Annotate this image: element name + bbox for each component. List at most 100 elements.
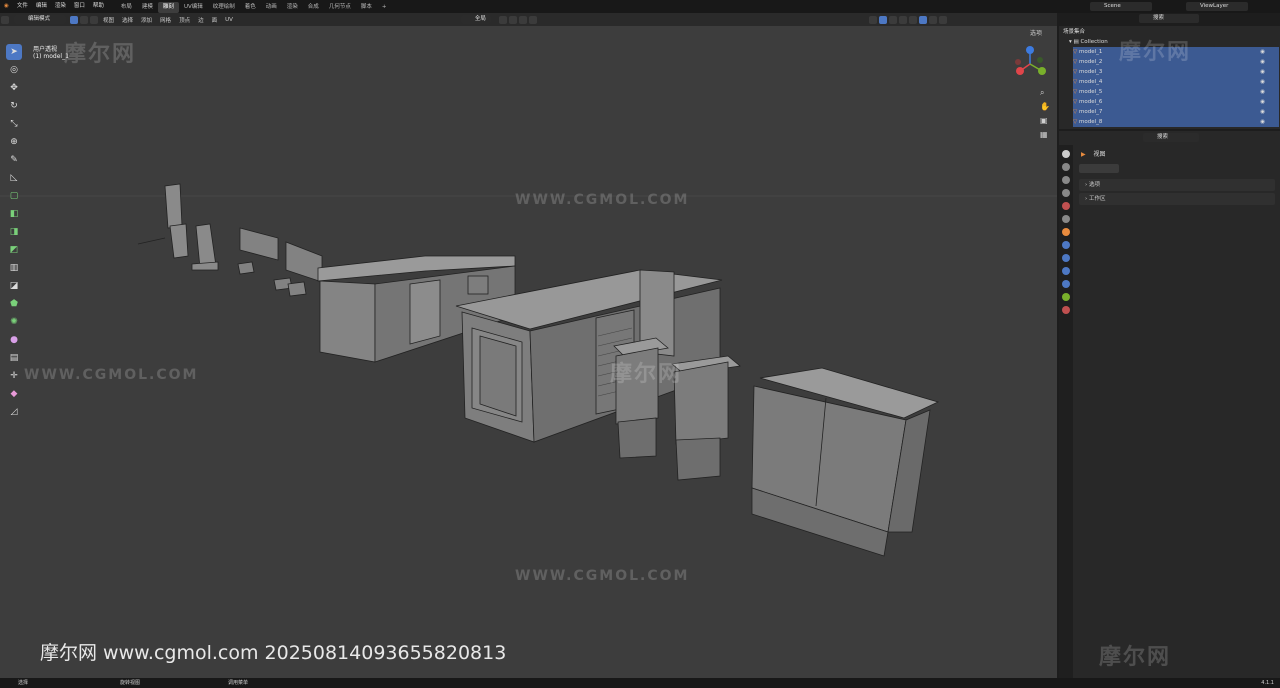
loop-cut-tool-icon[interactable]: ▥ bbox=[6, 260, 22, 276]
blender-logo-icon[interactable]: ◉ bbox=[0, 0, 13, 13]
physics-tab-icon[interactable] bbox=[1062, 267, 1070, 275]
inset-tool-icon[interactable]: ◨ bbox=[6, 224, 22, 240]
visibility-eye-icon[interactable]: ◉ bbox=[1260, 87, 1265, 97]
knife-tool-icon[interactable]: ◪ bbox=[6, 278, 22, 294]
bevel-tool-icon[interactable]: ◩ bbox=[6, 242, 22, 258]
visibility-eye-icon[interactable]: ◉ bbox=[1260, 57, 1265, 67]
outliner-row-model-6[interactable]: ▽ model_6 ◉ bbox=[1073, 97, 1279, 107]
overlay-toggle-icon[interactable] bbox=[888, 15, 897, 24]
rip-tool-icon[interactable]: ◿ bbox=[6, 404, 22, 420]
visibility-eye-icon[interactable]: ◉ bbox=[1260, 67, 1265, 77]
outliner-row-model-4[interactable]: ▽ model_4 ◉ bbox=[1073, 77, 1279, 87]
output-tab-icon[interactable] bbox=[1062, 176, 1070, 184]
menu-uv[interactable]: UV bbox=[221, 17, 237, 23]
xray-toggle-icon[interactable] bbox=[898, 15, 907, 24]
face-select-icon[interactable] bbox=[90, 15, 98, 24]
tab-compositing[interactable]: 合成 bbox=[303, 2, 324, 13]
menu-edit[interactable]: 编辑 bbox=[32, 0, 51, 13]
tab-sculpting[interactable]: 雕刻 bbox=[157, 1, 179, 13]
menu-vertex[interactable]: 顶点 bbox=[175, 16, 194, 24]
menu-face[interactable]: 面 bbox=[208, 16, 222, 24]
tab-modeling[interactable]: 建模 bbox=[137, 2, 158, 13]
move-tool-icon[interactable]: ✥ bbox=[6, 80, 22, 96]
visibility-eye-icon[interactable]: ◉ bbox=[1260, 77, 1265, 87]
select-tool-icon[interactable]: ➤ bbox=[6, 44, 22, 60]
spin-tool-icon[interactable]: ✺ bbox=[6, 314, 22, 330]
tab-layout[interactable]: 布局 bbox=[116, 2, 137, 13]
extrude-tool-icon[interactable]: ◧ bbox=[6, 206, 22, 222]
properties-search[interactable]: 搜索 bbox=[1143, 133, 1199, 142]
visibility-eye-icon[interactable]: ◉ bbox=[1260, 47, 1265, 57]
menu-help[interactable]: 帮助 bbox=[89, 0, 108, 13]
smooth-tool-icon[interactable]: ● bbox=[6, 332, 22, 348]
tab-texture-paint[interactable]: 纹理绘制 bbox=[208, 2, 240, 13]
tab-scripting[interactable]: 脚本 bbox=[356, 2, 377, 13]
tool-tab-icon[interactable] bbox=[1062, 150, 1070, 158]
data-tab-icon[interactable] bbox=[1062, 293, 1070, 301]
vertex-select-icon[interactable] bbox=[70, 15, 78, 24]
mode-selector[interactable]: 编辑模式 bbox=[14, 15, 66, 24]
camera-view-icon[interactable]: ▣ bbox=[1040, 116, 1048, 125]
outliner-row-model-5[interactable]: ▽ model_5 ◉ bbox=[1073, 87, 1279, 97]
annotate-tool-icon[interactable]: ✎ bbox=[6, 152, 22, 168]
world-tab-icon[interactable] bbox=[1062, 215, 1070, 223]
solid-shading-icon[interactable] bbox=[918, 15, 927, 24]
panel-workspace[interactable]: › 工作区 bbox=[1079, 193, 1275, 205]
pivot-icon[interactable] bbox=[498, 15, 507, 24]
snap-target-icon[interactable] bbox=[518, 15, 527, 24]
3d-viewport[interactable]: 用户透视 (1) model_1 选项 ⌕ ✋ ▣ ▦ WWW.CGMOL.CO… bbox=[0, 26, 1057, 678]
transform-orientation-selector[interactable]: 全局 bbox=[460, 15, 491, 24]
panel-options[interactable]: › 选项 bbox=[1079, 179, 1275, 191]
modifier-tab-icon[interactable] bbox=[1062, 241, 1070, 249]
cursor-tool-icon[interactable]: ◎ bbox=[6, 62, 22, 78]
constraints-tab-icon[interactable] bbox=[1062, 280, 1070, 288]
outliner-search[interactable]: 搜索 bbox=[1139, 14, 1199, 23]
edge-select-icon[interactable] bbox=[80, 15, 88, 24]
visibility-eye-icon[interactable]: ◉ bbox=[1260, 97, 1265, 107]
edge-slide-tool-icon[interactable]: ▤ bbox=[6, 350, 22, 366]
object-tab-icon[interactable] bbox=[1062, 228, 1070, 236]
menu-render[interactable]: 渲染 bbox=[51, 0, 70, 13]
view-layer-selector[interactable]: ViewLayer bbox=[1186, 2, 1248, 11]
select-mode-buttons[interactable] bbox=[1079, 164, 1119, 173]
shrink-tool-icon[interactable]: ✛ bbox=[6, 368, 22, 384]
ortho-toggle-icon[interactable]: ▦ bbox=[1040, 130, 1048, 139]
rotate-tool-icon[interactable]: ↻ bbox=[6, 98, 22, 114]
material-shading-icon[interactable] bbox=[928, 15, 937, 24]
tab-geometry-nodes[interactable]: 几何节点 bbox=[324, 2, 356, 13]
shear-tool-icon[interactable]: ◆ bbox=[6, 386, 22, 402]
menu-mesh[interactable]: 网格 bbox=[156, 16, 175, 24]
wireframe-shading-icon[interactable] bbox=[908, 15, 917, 24]
menu-window[interactable]: 窗口 bbox=[70, 0, 89, 13]
menu-select[interactable]: 选择 bbox=[118, 16, 137, 24]
add-cube-tool-icon[interactable]: ▢ bbox=[6, 188, 22, 204]
particles-tab-icon[interactable] bbox=[1062, 254, 1070, 262]
render-tab-icon[interactable] bbox=[1062, 163, 1070, 171]
transform-tool-icon[interactable]: ⊕ bbox=[6, 134, 22, 150]
rendered-shading-icon[interactable] bbox=[938, 15, 947, 24]
pan-hand-icon[interactable]: ✋ bbox=[1040, 102, 1050, 111]
material-tab-icon[interactable] bbox=[1062, 306, 1070, 314]
visibility-icon[interactable] bbox=[868, 15, 877, 24]
scene-tab-icon[interactable] bbox=[1062, 202, 1070, 210]
menu-edge[interactable]: 边 bbox=[194, 16, 208, 24]
scene-selector[interactable]: Scene bbox=[1090, 2, 1152, 11]
menu-add[interactable]: 添加 bbox=[137, 16, 156, 24]
outliner-row-model-3[interactable]: ▽ model_3 ◉ bbox=[1073, 67, 1279, 77]
visibility-eye-icon[interactable]: ◉ bbox=[1260, 117, 1265, 127]
outliner-row-model-8[interactable]: ▽ model_8 ◉ bbox=[1073, 117, 1279, 127]
tab-animation[interactable]: 动画 bbox=[261, 2, 282, 13]
options-button[interactable]: 选项 bbox=[1030, 28, 1042, 37]
tab-uv-editing[interactable]: UV编辑 bbox=[179, 2, 208, 13]
menu-view[interactable]: 视图 bbox=[99, 16, 118, 24]
editor-type-icon[interactable] bbox=[1, 15, 9, 24]
view-layer-tab-icon[interactable] bbox=[1062, 189, 1070, 197]
menu-file[interactable]: 文件 bbox=[13, 0, 32, 13]
proportional-edit-icon[interactable] bbox=[528, 15, 537, 24]
add-workspace-button[interactable]: + bbox=[377, 2, 392, 13]
gizmo-toggle-icon[interactable] bbox=[878, 15, 887, 24]
tab-shading[interactable]: 着色 bbox=[240, 2, 261, 13]
tab-rendering[interactable]: 渲染 bbox=[282, 2, 303, 13]
scale-tool-icon[interactable]: ⤡ bbox=[6, 116, 22, 132]
snap-icon[interactable] bbox=[508, 15, 517, 24]
